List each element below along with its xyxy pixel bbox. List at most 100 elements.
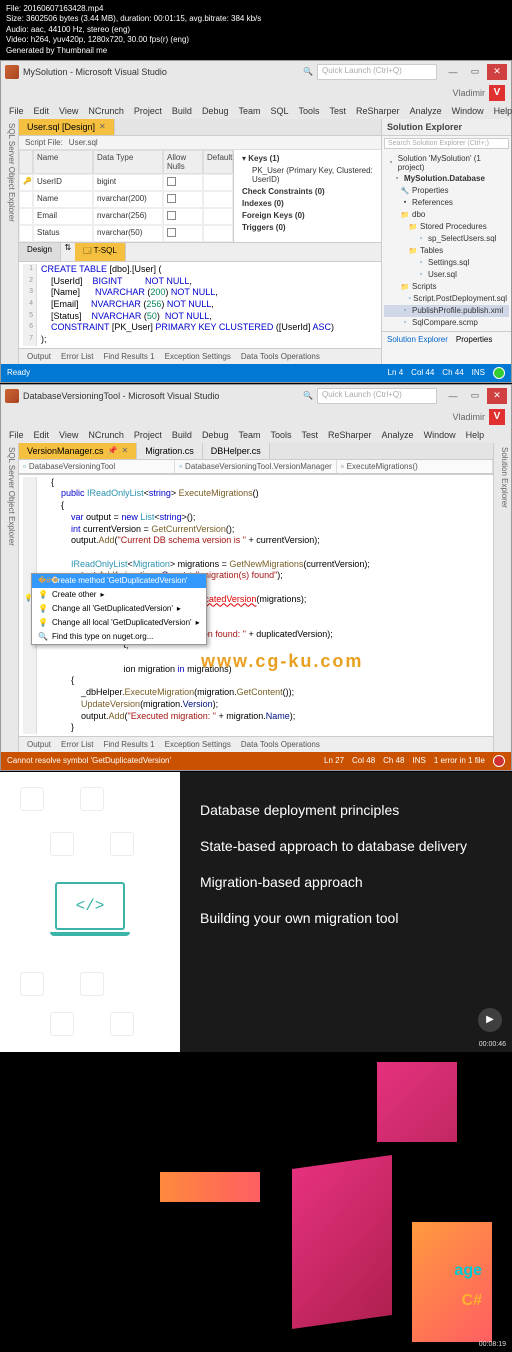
menu-ncrunch[interactable]: NCrunch — [88, 430, 124, 440]
sql-editor[interactable]: 1CREATE TABLE [dbo].[User] ( 2 [UserId] … — [19, 261, 381, 348]
menu-debug[interactable]: Debug — [202, 106, 229, 116]
intel-item[interactable]: 💡Change all 'GetDuplicatedVersion' ▸ — [32, 602, 206, 616]
menu-ncrunch[interactable]: NCrunch — [88, 106, 124, 116]
cell[interactable] — [163, 225, 203, 242]
menu-debug[interactable]: Debug — [202, 430, 229, 440]
menu-window[interactable]: Window — [424, 430, 456, 440]
minimize-button[interactable]: — — [443, 388, 463, 404]
menu-test[interactable]: Test — [302, 430, 319, 440]
user-avatar[interactable]: V — [489, 409, 505, 425]
menu-edit[interactable]: Edit — [34, 106, 50, 116]
minimize-button[interactable]: — — [443, 64, 463, 80]
keys-item[interactable]: PK_User (Primary Key, Clustered: UserID) — [242, 166, 373, 184]
side-tab-sql-explorer[interactable]: SQL Server Object Explorer — [1, 119, 19, 364]
menu-file[interactable]: File — [9, 430, 24, 440]
tree-file-selected[interactable]: ▫PublishProfile.publish.xml — [384, 305, 509, 317]
tab-errorlist[interactable]: Error List — [61, 352, 93, 361]
menu-project[interactable]: Project — [134, 430, 162, 440]
intel-item[interactable]: 🔍Find this type on nuget.org... — [32, 630, 206, 644]
menu-team[interactable]: Team — [238, 430, 260, 440]
menu-tools[interactable]: Tools — [270, 430, 291, 440]
close-button[interactable]: ✕ — [487, 388, 507, 404]
tree-file[interactable]: ▫User.sql — [384, 269, 509, 281]
tab-properties[interactable]: Properties — [456, 335, 492, 344]
tab-output[interactable]: Output — [27, 740, 51, 749]
side-tab-sql-explorer[interactable]: SQL Server Object Explorer — [1, 443, 19, 752]
menu-resharper[interactable]: ReSharper — [356, 106, 400, 116]
tree-references[interactable]: ▪References — [384, 197, 509, 209]
tree-file[interactable]: ▫Settings.sql — [384, 257, 509, 269]
menu-sql[interactable]: SQL — [270, 106, 288, 116]
menu-help[interactable]: Help — [494, 106, 512, 116]
tree-tables-folder[interactable]: 📁Tables — [384, 245, 509, 257]
foreign-keys[interactable]: Foreign Keys (0) — [242, 211, 305, 220]
cell[interactable] — [203, 174, 233, 191]
split-icon[interactable]: ⇅ — [61, 243, 75, 261]
keys-title[interactable]: Keys (1) — [248, 154, 279, 163]
menu-file[interactable]: File — [9, 106, 24, 116]
menu-analyze[interactable]: Analyze — [410, 106, 442, 116]
check-constraints[interactable]: Check Constraints (0) — [242, 187, 325, 196]
menu-build[interactable]: Build — [172, 106, 192, 116]
doc-tab[interactable]: VersionManager.cs📌✕ — [19, 443, 137, 459]
play-button[interactable]: ▶ — [478, 1008, 502, 1032]
quick-launch-input[interactable]: Quick Launch (Ctrl+Q) — [317, 64, 437, 80]
quick-launch[interactable]: 🔍 Quick Launch (Ctrl+Q) — [303, 388, 437, 404]
menu-analyze[interactable]: Analyze — [382, 430, 414, 440]
tab-solution-explorer[interactable]: Solution Explorer — [387, 335, 448, 344]
pin-icon[interactable]: 📌 — [108, 446, 118, 455]
cell[interactable]: Name — [33, 191, 93, 208]
tree-scripts-folder[interactable]: 📁Scripts — [384, 281, 509, 293]
indexes[interactable]: Indexes (0) — [242, 199, 284, 208]
doc-tab[interactable]: DBHelper.cs — [203, 443, 270, 459]
tab-output[interactable]: Output — [27, 352, 51, 361]
cell[interactable] — [163, 191, 203, 208]
close-icon[interactable]: ✕ — [122, 446, 129, 455]
quick-launch-input[interactable]: Quick Launch (Ctrl+Q) — [317, 388, 437, 404]
close-button[interactable]: ✕ — [487, 64, 507, 80]
table-row[interactable]: Email nvarchar(256) — [19, 208, 233, 225]
menu-team[interactable]: Team — [238, 106, 260, 116]
maximize-button[interactable]: ▭ — [465, 388, 485, 404]
cell[interactable]: bigint — [93, 174, 163, 191]
tab-find[interactable]: Find Results 1 — [103, 740, 154, 749]
table-row[interactable]: Name nvarchar(200) — [19, 191, 233, 208]
menu-project[interactable]: Project — [134, 106, 162, 116]
solution-search-input[interactable]: Search Solution Explorer (Ctrl+;) — [384, 138, 509, 149]
intel-item[interactable]: 💡Change all local 'GetDuplicatedVersion'… — [32, 616, 206, 630]
tree-file[interactable]: ▫sp_SelectUsers.sql — [384, 233, 509, 245]
quick-launch[interactable]: 🔍 Quick Launch (Ctrl+Q) — [303, 64, 437, 80]
tab-datatools[interactable]: Data Tools Operations — [241, 352, 320, 361]
intel-item[interactable]: �#�Create method 'GetDuplicatedVersion' — [32, 574, 206, 588]
menu-help[interactable]: Help — [466, 430, 485, 440]
menu-test[interactable]: Test — [330, 106, 347, 116]
doc-tab-user-sql[interactable]: User.sql [Design] ✕ — [19, 119, 115, 135]
user-avatar[interactable]: V — [489, 85, 505, 101]
table-row[interactable]: 🔑 UserID bigint — [19, 174, 233, 191]
chevron-down-icon[interactable]: ▾ — [242, 154, 246, 163]
maximize-button[interactable]: ▭ — [465, 64, 485, 80]
tab-errorlist[interactable]: Error List — [61, 740, 93, 749]
nav-project[interactable]: ▫DatabaseVersioningTool — [19, 460, 175, 473]
tab-tsql[interactable]: 🗔 T-SQL — [75, 243, 126, 261]
intel-item[interactable]: 💡Create other ▸ — [32, 588, 206, 602]
menu-view[interactable]: View — [59, 106, 78, 116]
doc-tab[interactable]: Migration.cs — [137, 443, 203, 459]
nav-class[interactable]: ▫DatabaseVersioningTool.VersionManager — [175, 460, 337, 473]
tree-file[interactable]: ▫SqlCompare.scmp — [384, 317, 509, 329]
tab-find[interactable]: Find Results 1 — [103, 352, 154, 361]
tree-sp-folder[interactable]: 📁Stored Procedures — [384, 221, 509, 233]
menu-tools[interactable]: Tools — [299, 106, 320, 116]
cell[interactable]: nvarchar(256) — [93, 208, 163, 225]
user-name[interactable]: Vladimir — [452, 412, 485, 422]
menu-resharper[interactable]: ReSharper — [328, 430, 372, 440]
cell[interactable] — [163, 208, 203, 225]
side-tab-solution-explorer[interactable]: Solution Explorer — [493, 443, 511, 752]
tab-design[interactable]: Design — [19, 243, 61, 261]
menu-build[interactable]: Build — [172, 430, 192, 440]
close-icon[interactable]: ✕ — [99, 122, 106, 131]
tree-properties[interactable]: 🔧Properties — [384, 185, 509, 197]
tab-datatools[interactable]: Data Tools Operations — [241, 740, 320, 749]
cell[interactable]: UserID — [33, 174, 93, 191]
cell[interactable] — [203, 191, 233, 208]
